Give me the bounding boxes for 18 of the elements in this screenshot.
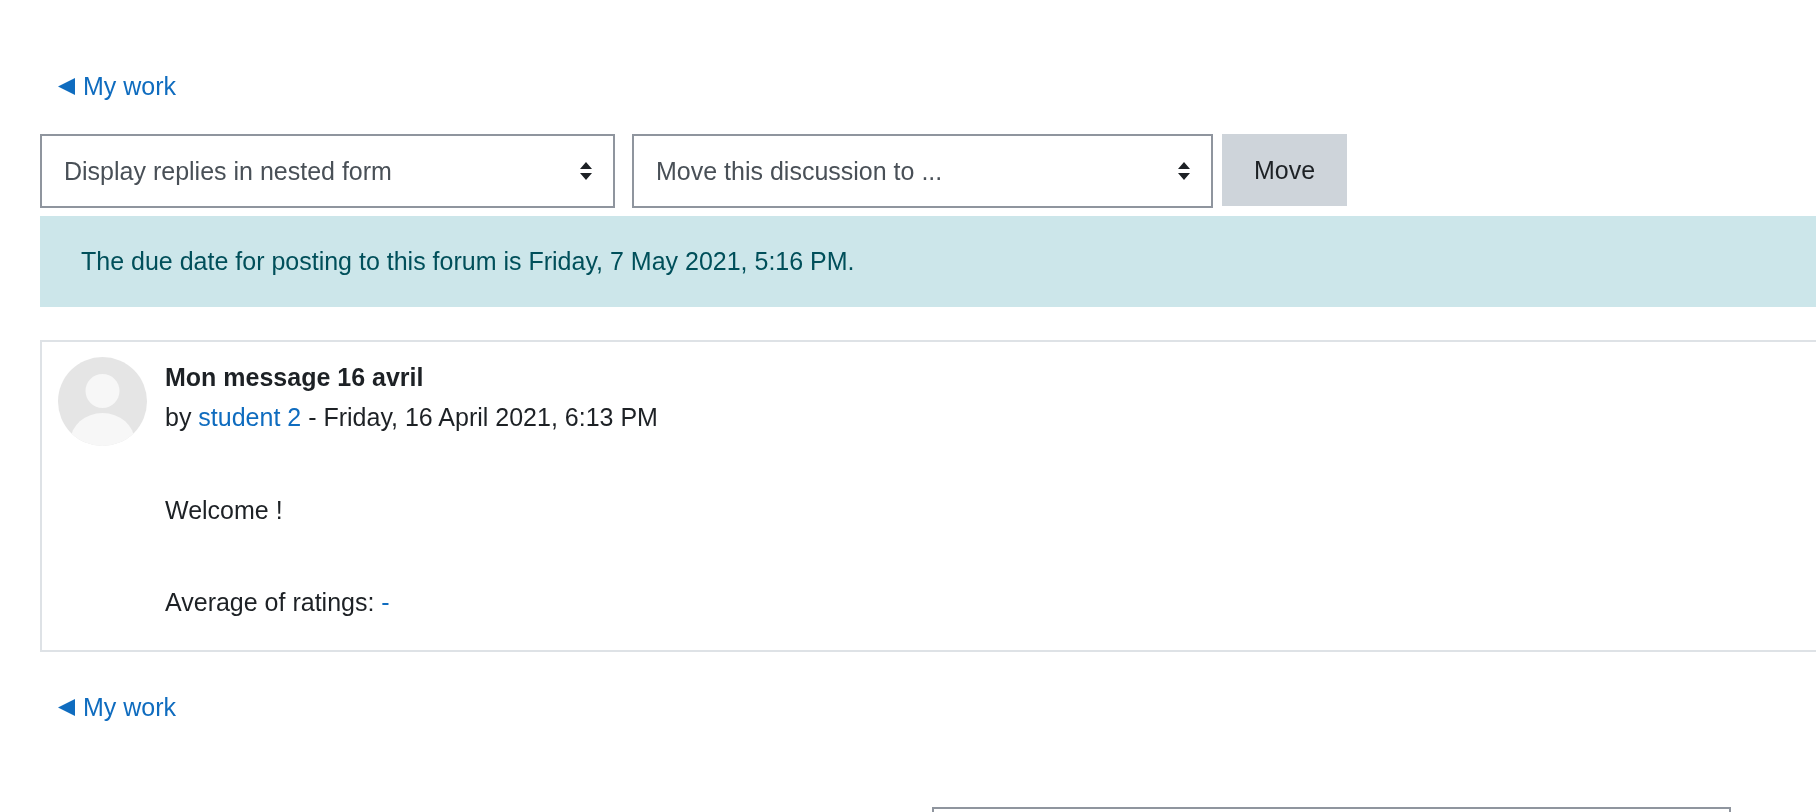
byline-text: by bbox=[165, 403, 192, 431]
back-link[interactable]: My work bbox=[40, 692, 177, 722]
post-message: Welcome ! bbox=[165, 495, 284, 526]
due-date-notice: The due date for posting to this forum is Friday, 7 May 2021, 5:16 PM. bbox=[40, 216, 1816, 307]
back-link[interactable]: My work bbox=[40, 71, 177, 101]
post-subject: Mon message 16 avril bbox=[165, 362, 425, 393]
author-link[interactable]: student 2 bbox=[198, 403, 302, 431]
left-triangle-icon bbox=[58, 77, 75, 95]
rating-label: Average of ratings: bbox=[165, 588, 375, 616]
sort-arrows-icon bbox=[579, 161, 593, 181]
rating-link[interactable]: - bbox=[381, 588, 390, 616]
left-triangle-icon bbox=[58, 698, 75, 716]
move-button[interactable]: Move bbox=[1222, 134, 1347, 206]
post-date: - Friday, 16 April 2021, 6:13 PM bbox=[308, 403, 658, 431]
move-discussion-select[interactable]: Move this discussion to ... bbox=[632, 134, 1213, 208]
display-mode-select[interactable]: Display replies in nested form bbox=[40, 134, 615, 208]
sort-arrows-icon bbox=[1177, 161, 1191, 181]
avatar-icon bbox=[58, 357, 147, 446]
